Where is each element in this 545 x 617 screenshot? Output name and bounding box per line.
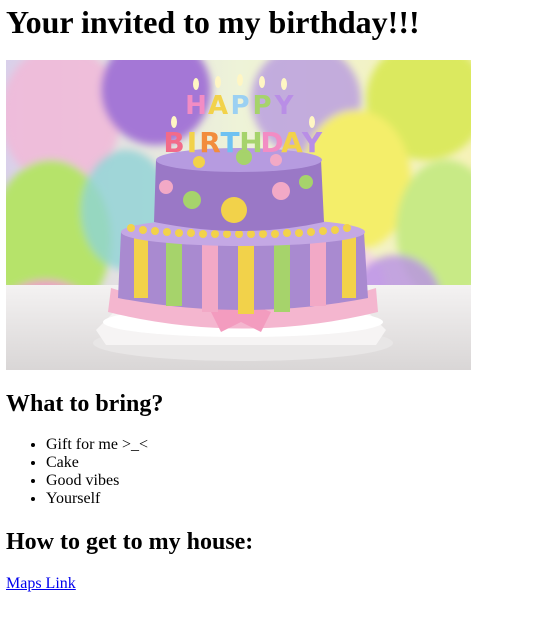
candle-letter: D [260,126,283,159]
birthday-cake-image: H A P P Y B I R T H D A Y [6,60,471,370]
list-item: Good vibes [46,472,148,490]
page-title: Your invited to my birthday!!! [6,4,420,40]
candle-letter: Y [301,126,323,159]
candle-letter: A [208,91,228,121]
candle-letter: P [230,91,249,121]
what-to-bring-heading: What to bring? [6,391,164,417]
list-item: Cake [46,454,148,472]
candle-letter: R [199,126,221,159]
candle-letter: H [185,91,207,121]
candle-letter: A [281,126,303,159]
candle-letter: Y [274,91,295,121]
list-item: Gift for me >_< [46,436,148,454]
candle-letter: T [220,126,239,159]
list-item: Yourself [46,490,148,508]
directions-heading: How to get to my house: [6,529,254,555]
candle-letter: B [163,126,184,159]
candle-letter: I [187,126,197,159]
candle-letter: P [252,91,271,121]
bring-list: Gift for me >_< Cake Good vibes Yourself [6,436,148,508]
candle-letter: H [239,126,262,159]
maps-link[interactable]: Maps Link [6,575,76,593]
